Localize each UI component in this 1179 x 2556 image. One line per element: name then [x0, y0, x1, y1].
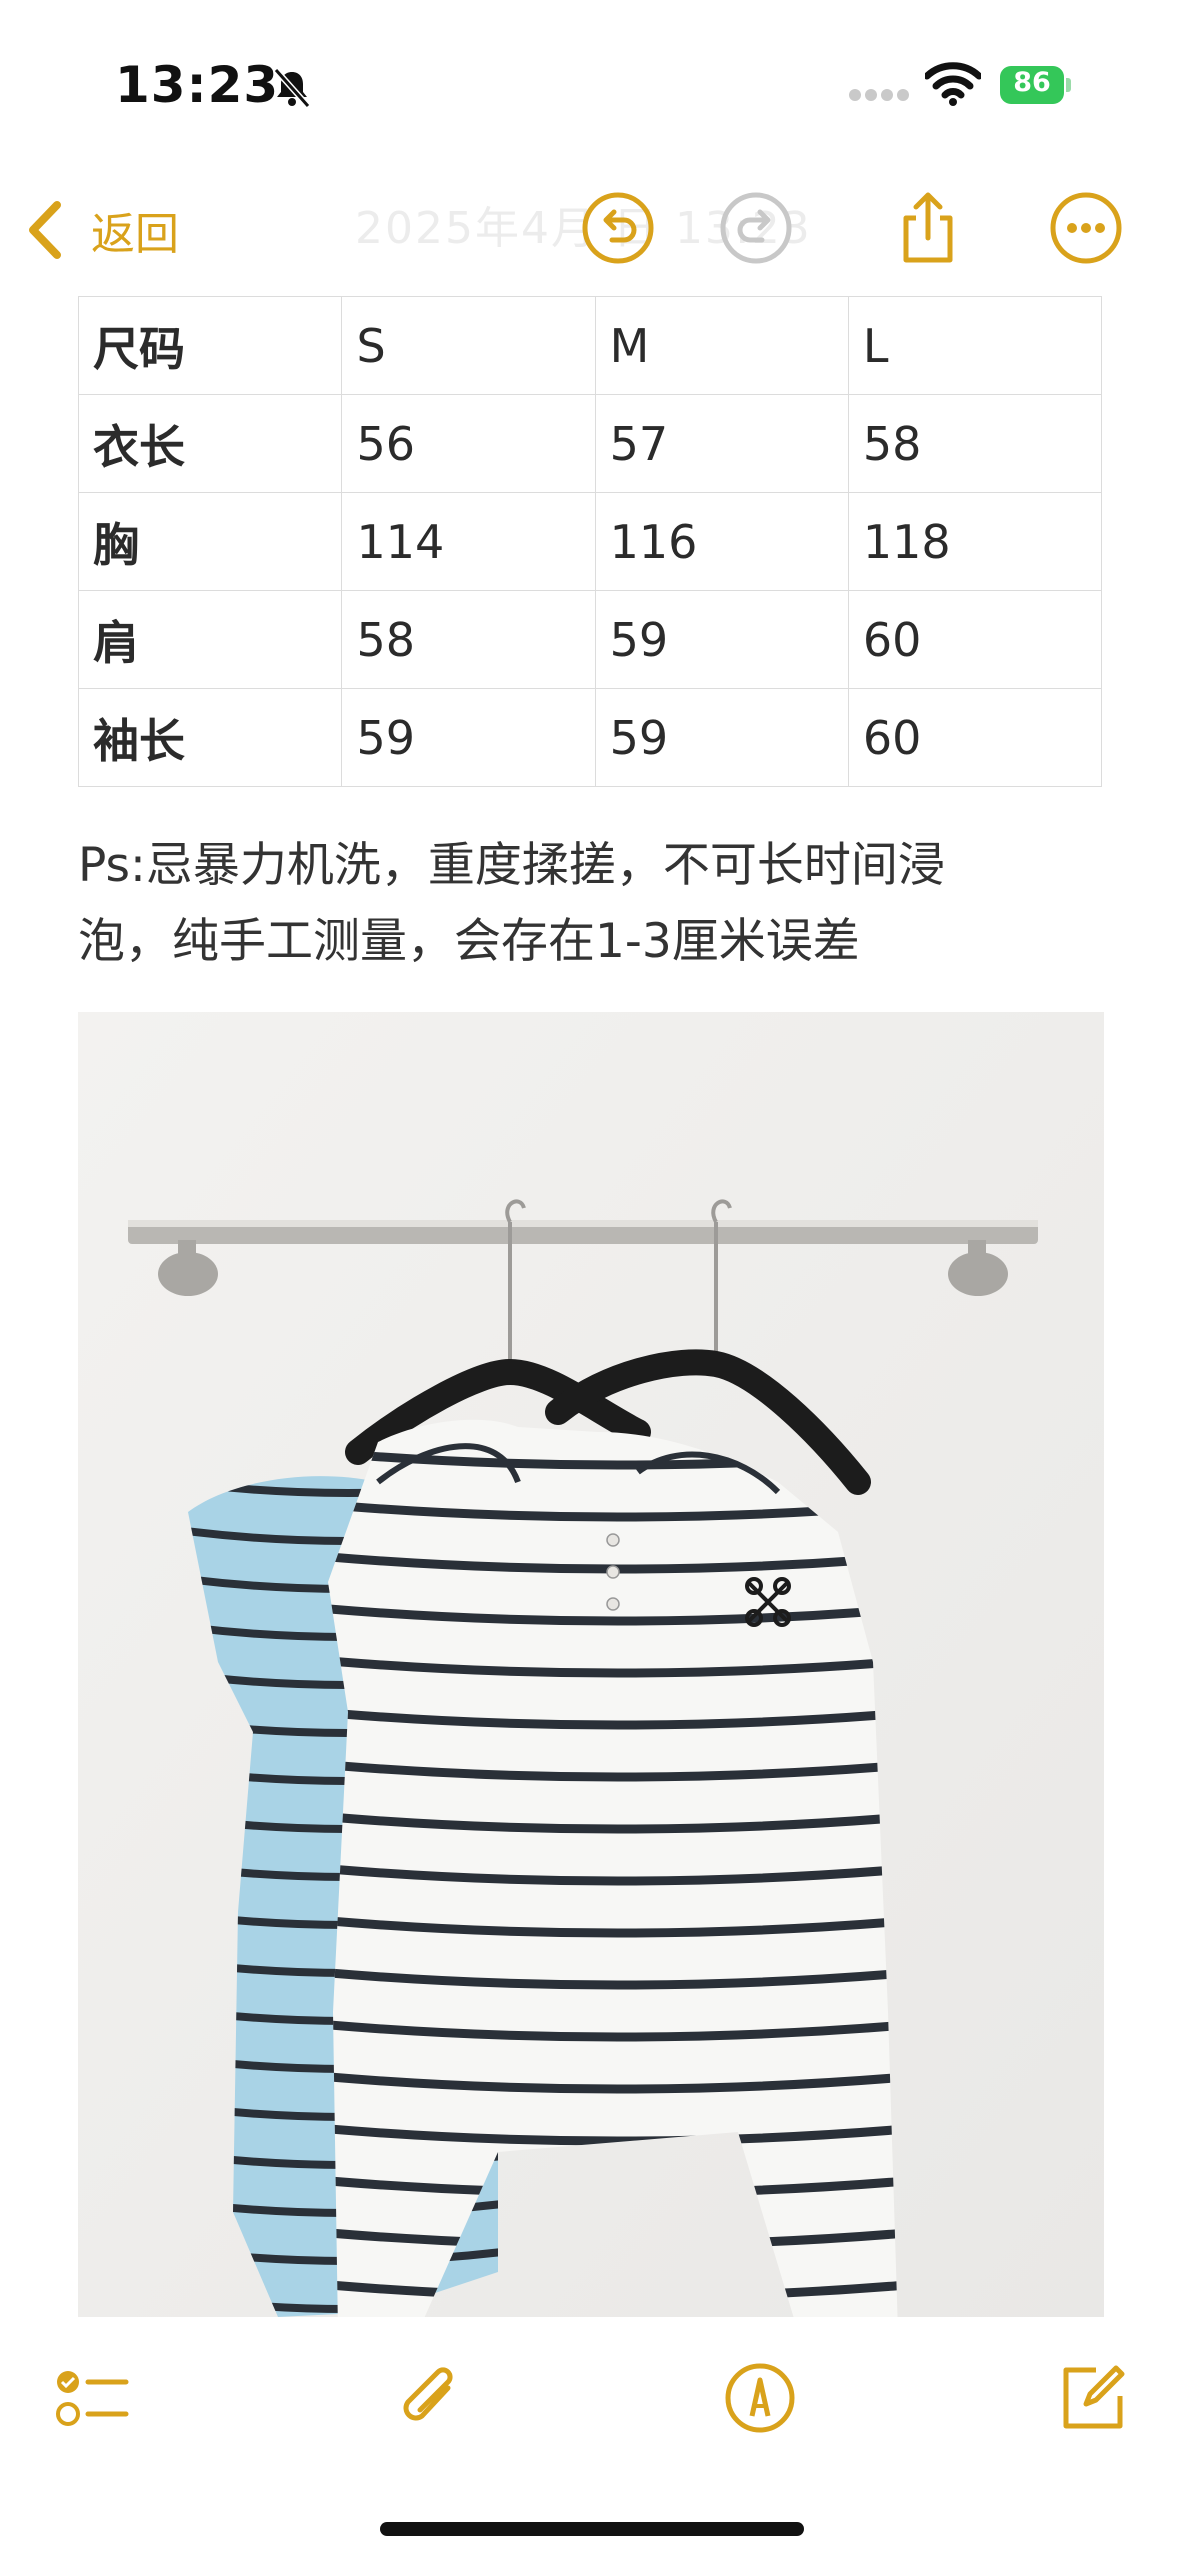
table-cell: L: [847, 296, 1103, 395]
row-header-cell: 袖长: [77, 688, 343, 787]
table-row: 尺码 S M L: [77, 296, 1103, 395]
back-button[interactable]: 返回: [25, 190, 179, 270]
undo-icon: [582, 192, 654, 264]
compose-icon: [1063, 2365, 1125, 2429]
table-cell: 56: [341, 394, 596, 493]
chevron-left-icon: [29, 201, 61, 259]
row-header-cell: 肩: [77, 590, 343, 689]
checklist-icon: [56, 2371, 129, 2426]
redo-icon: [720, 192, 792, 264]
row-header-cell: 胸: [77, 492, 343, 591]
care-note-line-2: 泡，纯手工测量，会存在1-3厘米误差: [78, 914, 860, 969]
table-cell: 59: [594, 590, 849, 689]
table-cell: 60: [847, 590, 1103, 689]
status-bar: 13:23 86: [0, 0, 1179, 170]
battery-indicator: 86: [1000, 66, 1071, 104]
wifi-icon: [925, 62, 981, 106]
status-time: 13:23: [115, 56, 280, 114]
more-icon: [1050, 192, 1122, 264]
redo-button[interactable]: [716, 188, 796, 268]
table-cell: 116: [594, 492, 849, 591]
care-note-line-1: Ps:忌暴力机洗，重度揉搓，不可长时间浸: [78, 838, 945, 893]
navigation-bar: 2025年4月 日 13:23 返回: [0, 170, 1179, 290]
markup-button[interactable]: [720, 2358, 800, 2438]
row-header-cell: 衣长: [77, 394, 343, 493]
row-header-cell: 尺码: [77, 296, 343, 395]
paperclip-icon: [403, 2367, 453, 2421]
bell-slash-icon: [273, 68, 311, 108]
product-photo-illustration: [78, 1012, 1104, 2317]
table-cell: 59: [341, 688, 596, 787]
cellular-signal-icon: [849, 89, 909, 101]
compose-button[interactable]: [1052, 2358, 1132, 2438]
battery-level: 86: [1013, 67, 1051, 98]
checklist-button[interactable]: [52, 2358, 132, 2438]
share-icon: [903, 192, 953, 263]
attachment-button[interactable]: [390, 2358, 470, 2438]
size-table: 尺码 S M L 衣长 56 57 58 胸 114 116 118 肩 58 59 60 袖长 59 59 60: [77, 296, 1103, 787]
product-photo[interactable]: [78, 1012, 1104, 2317]
table-row: 袖长 59 59 60: [77, 688, 1103, 787]
table-cell: 58: [341, 590, 596, 689]
undo-button[interactable]: [578, 188, 658, 268]
care-note[interactable]: Ps:忌暴力机洗，重度揉搓，不可长时间浸 泡，纯手工测量，会存在1-3厘米误差: [78, 828, 1108, 980]
table-cell: S: [341, 296, 596, 395]
table-cell: M: [594, 296, 849, 395]
table-cell: 118: [847, 492, 1103, 591]
bottom-toolbar: [0, 2318, 1179, 2556]
more-button[interactable]: [1046, 188, 1126, 268]
table-row: 衣长 56 57 58: [77, 394, 1103, 493]
table-cell: 114: [341, 492, 596, 591]
table-row: 胸 114 116 118: [77, 492, 1103, 591]
table-cell: 58: [847, 394, 1103, 493]
table-cell: 57: [594, 394, 849, 493]
table-row: 肩 58 59 60: [77, 590, 1103, 689]
table-cell: 60: [847, 688, 1103, 787]
back-label: 返回: [91, 209, 179, 260]
markup-pen-icon: [725, 2363, 795, 2433]
share-button[interactable]: [888, 188, 968, 268]
home-indicator[interactable]: [380, 2522, 804, 2536]
table-cell: 59: [594, 688, 849, 787]
